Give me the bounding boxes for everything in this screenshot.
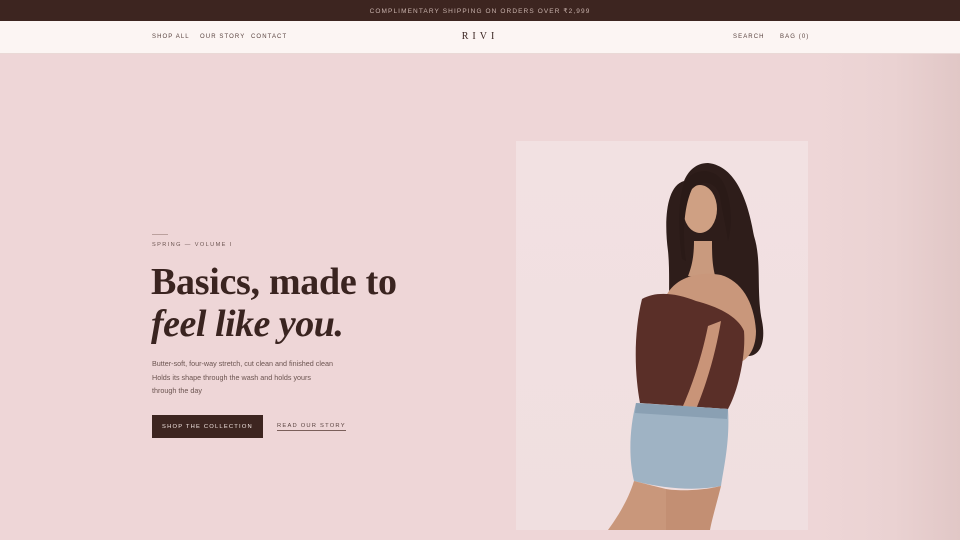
description-line: Butter-soft, four-way stretch, cut clean… — [152, 359, 333, 368]
hero-section — [0, 54, 960, 540]
brand-logo[interactable]: RIVI — [462, 31, 499, 42]
description-line: through the day — [152, 386, 202, 395]
nav-link-our-story[interactable]: OUR STORY — [200, 34, 245, 40]
bag-link[interactable]: BAG (0) — [780, 34, 809, 40]
hero-description: Butter-soft, four-way stretch, cut clean… — [152, 357, 342, 398]
eyebrow-divider — [152, 234, 168, 235]
nav-link-shop-all[interactable]: SHOP ALL — [152, 34, 190, 40]
headline-line-2: feel like you. — [151, 303, 344, 345]
shop-collection-label: SHOP THE COLLECTION — [162, 423, 253, 430]
announcement-text: COMPLIMENTARY SHIPPING ON ORDERS OVER ₹2… — [369, 7, 591, 15]
read-story-link[interactable]: READ OUR STORY — [277, 423, 346, 431]
shop-collection-button[interactable]: SHOP THE COLLECTION — [152, 415, 263, 438]
search-link[interactable]: SEARCH — [733, 34, 765, 40]
headline-line-1: Basics, made to — [151, 261, 397, 303]
hero-headline: Basics, made to feel like you. — [151, 260, 397, 344]
hero-eyebrow: SPRING — VOLUME I — [152, 242, 233, 248]
announcement-bar: COMPLIMENTARY SHIPPING ON ORDERS OVER ₹2… — [0, 0, 960, 21]
nav-link-contact[interactable]: CONTACT — [251, 34, 287, 40]
description-line: Holds its shape through the wash and hol… — [152, 372, 312, 382]
model-illustration — [608, 163, 764, 530]
top-navigation: SHOP ALL OUR STORY CONTACT RIVI SEARCH B… — [0, 21, 960, 54]
hero-photo — [516, 141, 808, 530]
brand-wrapper: RIVI — [0, 31, 960, 42]
